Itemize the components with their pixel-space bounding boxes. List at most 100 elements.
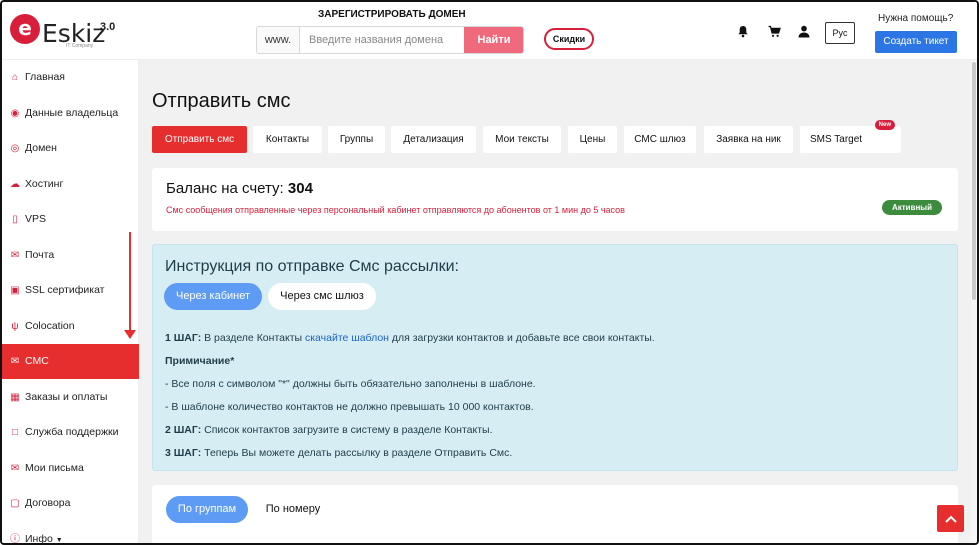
sidebar-item-label: Colocation — [25, 320, 75, 332]
logo-subtitle: IT Company — [66, 43, 94, 49]
sidebar-item-label: Главная — [25, 71, 65, 83]
instructions-title: Инструкция по отправке Смс рассылки: — [165, 258, 459, 275]
sidebar-item-info[interactable]: ⓘ Инфо ▼ — [2, 522, 139, 545]
sidebar-item-ssl[interactable]: ▣ SSL сертификат — [2, 273, 139, 308]
instruction-step-2: 2 ШАГ: Список контактов загрузите в сист… — [165, 424, 493, 436]
instruction-step-3: 3 ШАГ: Теперь Вы можете делать рассылку … — [165, 447, 513, 459]
sidebar-item-mail[interactable]: ✉ Почта — [2, 238, 139, 273]
balance-label: Баланс на счету: 304 — [166, 180, 313, 197]
sidebar-item-label: Договора — [25, 497, 71, 509]
sidebar-item-label: Инфо ▼ — [25, 533, 63, 545]
caret-down-icon: ▼ — [55, 537, 63, 544]
instruction-note-2: - В шаблоне количество контактов не долж… — [165, 401, 534, 413]
main-content: Отправить смс Отправить смс Контакты Гру… — [139, 60, 971, 543]
bell-icon[interactable] — [736, 25, 750, 39]
annotation-arrow-head — [124, 330, 136, 339]
register-domain-title: ЗАРЕГИСТРИРОВАТЬ ДОМЕН — [318, 9, 466, 20]
by-number-tab[interactable]: По номеру — [253, 496, 333, 523]
eskiz-logo[interactable]: e Eskiz 3.0 IT Company — [10, 10, 120, 52]
app-frame: e Eskiz 3.0 IT Company ЗАРЕГИСТРИРОВАТЬ … — [0, 0, 979, 545]
sidebar-item-label: SSL сертификат — [25, 284, 105, 296]
sidebar-item-colocation[interactable]: ψ Colocation — [2, 309, 139, 344]
page-scrollbar[interactable] — [971, 60, 977, 543]
sidebar-item-label: Служба поддержки — [25, 426, 119, 438]
sidebar: ⌂ Главная ◉ Данные владельца ◎ Домен ☁ Х… — [2, 60, 139, 545]
sidebar-item-label: VPS — [25, 213, 47, 225]
sidebar-item-vps[interactable]: ▯ VPS — [2, 202, 139, 237]
sidebar-item-label: Почта — [25, 249, 55, 261]
info-icon: ⓘ — [10, 534, 20, 545]
domain-search-group: www. Найти — [256, 26, 524, 54]
domain-search-input[interactable] — [301, 27, 464, 53]
logo-mark: e — [10, 14, 40, 44]
home-icon: ⌂ — [11, 72, 19, 83]
create-ticket-button[interactable]: Создать тикет — [875, 31, 957, 53]
tab-sms-target[interactable]: SMS Target New — [800, 120, 901, 153]
sidebar-item-label: Хостинг — [25, 178, 64, 190]
language-selector[interactable]: Рус — [825, 22, 855, 44]
sms-icon: ✉ — [10, 356, 20, 367]
owner-icon: ◉ — [10, 108, 20, 119]
recipient-mode-card: По группам По номеру — [152, 485, 958, 543]
help-text: Нужна помощь? — [878, 13, 954, 24]
colocation-icon: ψ — [11, 321, 19, 332]
lock-icon: ▣ — [10, 285, 20, 296]
sidebar-item-orders[interactable]: ▦ Заказы и оплаты — [2, 380, 139, 415]
tab-sms-gateway[interactable]: СМС шлюз — [624, 126, 696, 153]
calculator-icon: ▦ — [10, 392, 20, 403]
tab-send-sms[interactable]: Отправить смс — [152, 126, 247, 153]
cloud-icon: ☁ — [10, 179, 20, 190]
tab-contacts[interactable]: Контакты — [253, 126, 322, 153]
download-template-link[interactable]: скачайте шаблон — [305, 332, 389, 344]
cart-icon[interactable] — [767, 25, 781, 39]
sidebar-item-contracts[interactable]: ▢ Договора — [2, 486, 139, 521]
tab-prices[interactable]: Цены — [568, 126, 617, 153]
sidebar-item-label: СМС — [25, 355, 49, 367]
balance-value: 304 — [287, 180, 313, 197]
scroll-to-top-button[interactable] — [937, 505, 964, 532]
mail-icon: ✉ — [10, 250, 20, 261]
by-groups-tab[interactable]: По группам — [166, 496, 248, 523]
balance-card: Баланс на счету: 304 Смс сообщения отпра… — [152, 168, 958, 231]
logo-version: 3.0 — [100, 21, 116, 33]
globe-icon: ◎ — [10, 143, 20, 154]
sidebar-item-label: Мои письма — [25, 462, 84, 474]
find-domain-button[interactable]: Найти — [464, 27, 523, 53]
instruction-note-heading: Примичание* — [165, 355, 235, 367]
new-badge: New — [874, 120, 895, 130]
sidebar-item-domain[interactable]: ◎ Домен — [2, 131, 139, 166]
top-header: e Eskiz 3.0 IT Company ЗАРЕГИСТРИРОВАТЬ … — [2, 2, 977, 60]
instruction-step-1: 1 ШАГ: В разделе Контакты скачайте шабло… — [165, 332, 655, 344]
tab-nick-request[interactable]: Заявка на ник — [704, 126, 793, 153]
status-badge: Активный — [882, 200, 942, 215]
chevron-up-icon — [944, 510, 957, 526]
user-icon[interactable] — [797, 25, 811, 39]
sidebar-item-label: Домен — [25, 142, 57, 154]
tab-details[interactable]: Детализация — [391, 126, 476, 153]
letters-icon: ✉ — [10, 463, 20, 474]
server-icon: ▯ — [12, 214, 18, 225]
sidebar-item-support[interactable]: □ Служба поддержки — [2, 415, 139, 450]
instructions-card: Инструкция по отправке Смс рассылки: Чер… — [152, 244, 958, 471]
sidebar-item-label: Данные владельца — [25, 107, 119, 119]
tab-groups[interactable]: Группы — [328, 126, 385, 153]
tab-label: SMS Target — [810, 134, 863, 145]
annotation-arrow-line — [129, 232, 131, 332]
contract-icon: ▢ — [10, 498, 20, 509]
via-cabinet-tab[interactable]: Через кабинет — [164, 283, 262, 310]
sidebar-item-sms[interactable]: ✉ СМС — [2, 344, 139, 379]
sidebar-item-owner-data[interactable]: ◉ Данные владельца — [2, 96, 139, 131]
sidebar-item-hosting[interactable]: ☁ Хостинг — [2, 167, 139, 202]
domain-prefix: www. — [257, 27, 300, 53]
page-title: Отправить смс — [152, 90, 291, 112]
sidebar-item-my-letters[interactable]: ✉ Мои письма — [2, 451, 139, 486]
balance-note: Смс сообщения отправленные через персона… — [166, 205, 625, 215]
discounts-button[interactable]: Скидки — [544, 28, 594, 50]
sidebar-item-home[interactable]: ⌂ Главная — [2, 60, 139, 95]
tab-my-texts[interactable]: Мои тексты — [483, 126, 561, 153]
scrollbar-thumb[interactable] — [972, 62, 976, 300]
via-gateway-tab[interactable]: Через смс шлюз — [268, 283, 376, 310]
instruction-note-1: - Все поля с символом "*" должны быть об… — [165, 378, 536, 390]
sidebar-item-label: Заказы и оплаты — [25, 391, 108, 403]
support-icon: □ — [11, 427, 19, 438]
